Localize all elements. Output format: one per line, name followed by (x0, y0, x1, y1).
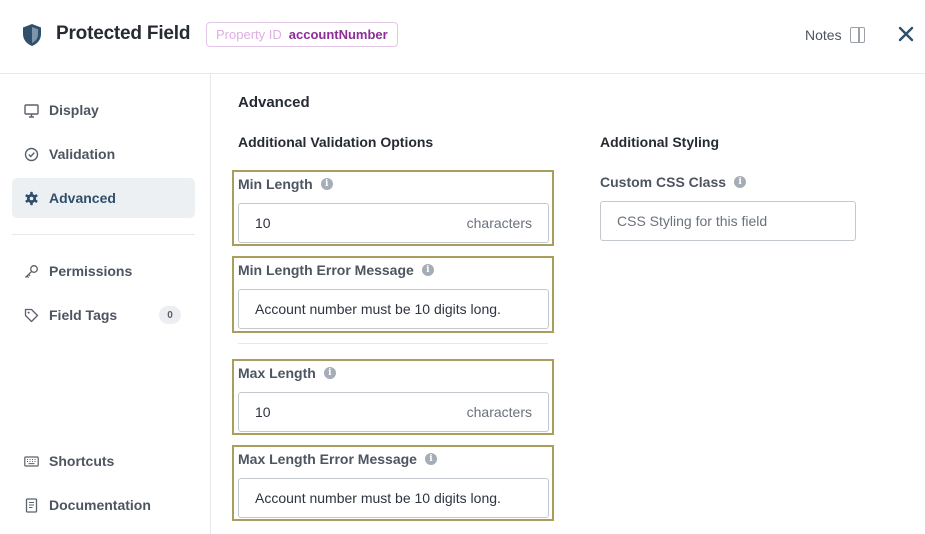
tag-icon (24, 308, 39, 322)
sidebar-item-shortcuts[interactable]: Shortcuts (12, 441, 195, 481)
shield-icon (23, 24, 41, 46)
key-icon (25, 264, 38, 278)
min-length-error-label: Min Length Error Message i (238, 262, 434, 278)
sidebar-item-label: Documentation (49, 497, 151, 513)
max-length-error-value: Account number must be 10 digits long. (255, 490, 501, 506)
max-length-error-label: Max Length Error Message i (238, 451, 437, 467)
max-length-label-text: Max Length (238, 365, 316, 381)
max-length-suffix: characters (466, 404, 532, 420)
close-icon[interactable] (897, 24, 915, 44)
sidebar-item-validation[interactable]: Validation (12, 134, 195, 174)
max-length-label: Max Length i (238, 365, 336, 381)
max-length-error-group: Max Length Error Message i Account numbe… (232, 445, 554, 521)
validation-options-heading: Additional Validation Options (238, 134, 434, 150)
field-tags-count-badge: 0 (159, 306, 181, 324)
max-length-group: Max Length i 10 characters (232, 359, 554, 435)
custom-css-label: Custom CSS Class i (600, 174, 747, 190)
keyboard-icon (24, 455, 39, 467)
monitor-icon (24, 103, 39, 118)
header: Protected Field Property ID accountNumbe… (0, 0, 925, 74)
section-title-advanced: Advanced (238, 94, 310, 111)
max-length-error-label-text: Max Length Error Message (238, 451, 417, 467)
styling-heading: Additional Styling (600, 134, 719, 150)
sidebar-item-label: Display (49, 102, 99, 118)
info-icon[interactable]: i (421, 264, 434, 276)
notes-label: Notes (805, 27, 842, 43)
min-length-suffix: characters (466, 215, 532, 231)
info-icon[interactable]: i (734, 176, 747, 188)
sidebar-item-label: Field Tags (49, 307, 118, 323)
min-length-error-group: Min Length Error Message i Account numbe… (232, 256, 554, 333)
sidebar-divider (12, 234, 195, 235)
page-title: Protected Field (56, 23, 191, 44)
max-length-value: 10 (255, 404, 271, 420)
custom-css-label-text: Custom CSS Class (600, 174, 727, 190)
min-length-input[interactable]: 10 characters (238, 203, 549, 243)
property-id-label: Property ID (216, 27, 282, 42)
separator (238, 343, 548, 344)
panel-icon (849, 27, 865, 43)
property-id-value: accountNumber (288, 27, 388, 42)
min-length-label: Min Length i (238, 176, 333, 192)
notes-toggle-button[interactable]: Notes (805, 27, 865, 43)
property-id-badge: Property ID accountNumber (206, 22, 398, 47)
min-length-group: Min Length i 10 characters (232, 170, 554, 246)
sidebar-item-label: Shortcuts (49, 453, 115, 469)
info-icon[interactable]: i (424, 453, 437, 465)
sidebar-item-advanced[interactable]: Advanced (12, 178, 195, 218)
min-length-error-label-text: Min Length Error Message (238, 262, 414, 278)
sidebar-item-documentation[interactable]: Documentation (12, 485, 195, 525)
sidebar: Display Validation Advanced Permissions (0, 74, 211, 534)
main-panel: Advanced Additional Validation Options M… (212, 74, 925, 534)
sidebar-item-display[interactable]: Display (12, 90, 195, 130)
sidebar-item-permissions[interactable]: Permissions (12, 251, 195, 291)
gear-icon (25, 191, 38, 205)
max-length-input[interactable]: 10 characters (238, 392, 549, 432)
document-icon (25, 497, 38, 513)
sidebar-item-label: Permissions (49, 263, 133, 279)
max-length-error-input[interactable]: Account number must be 10 digits long. (238, 478, 549, 518)
min-length-error-value: Account number must be 10 digits long. (255, 301, 501, 317)
info-icon[interactable]: i (323, 367, 336, 379)
min-length-label-text: Min Length (238, 176, 313, 192)
check-circle-icon (24, 147, 39, 161)
min-length-value: 10 (255, 215, 271, 231)
sidebar-item-field-tags[interactable]: Field Tags 0 (12, 295, 195, 335)
sidebar-item-label: Validation (49, 146, 116, 162)
info-icon[interactable]: i (320, 178, 333, 190)
custom-css-placeholder: CSS Styling for this field (617, 213, 768, 229)
custom-css-input[interactable]: CSS Styling for this field (600, 201, 856, 241)
sidebar-item-label: Advanced (49, 190, 116, 206)
min-length-error-input[interactable]: Account number must be 10 digits long. (238, 289, 549, 329)
